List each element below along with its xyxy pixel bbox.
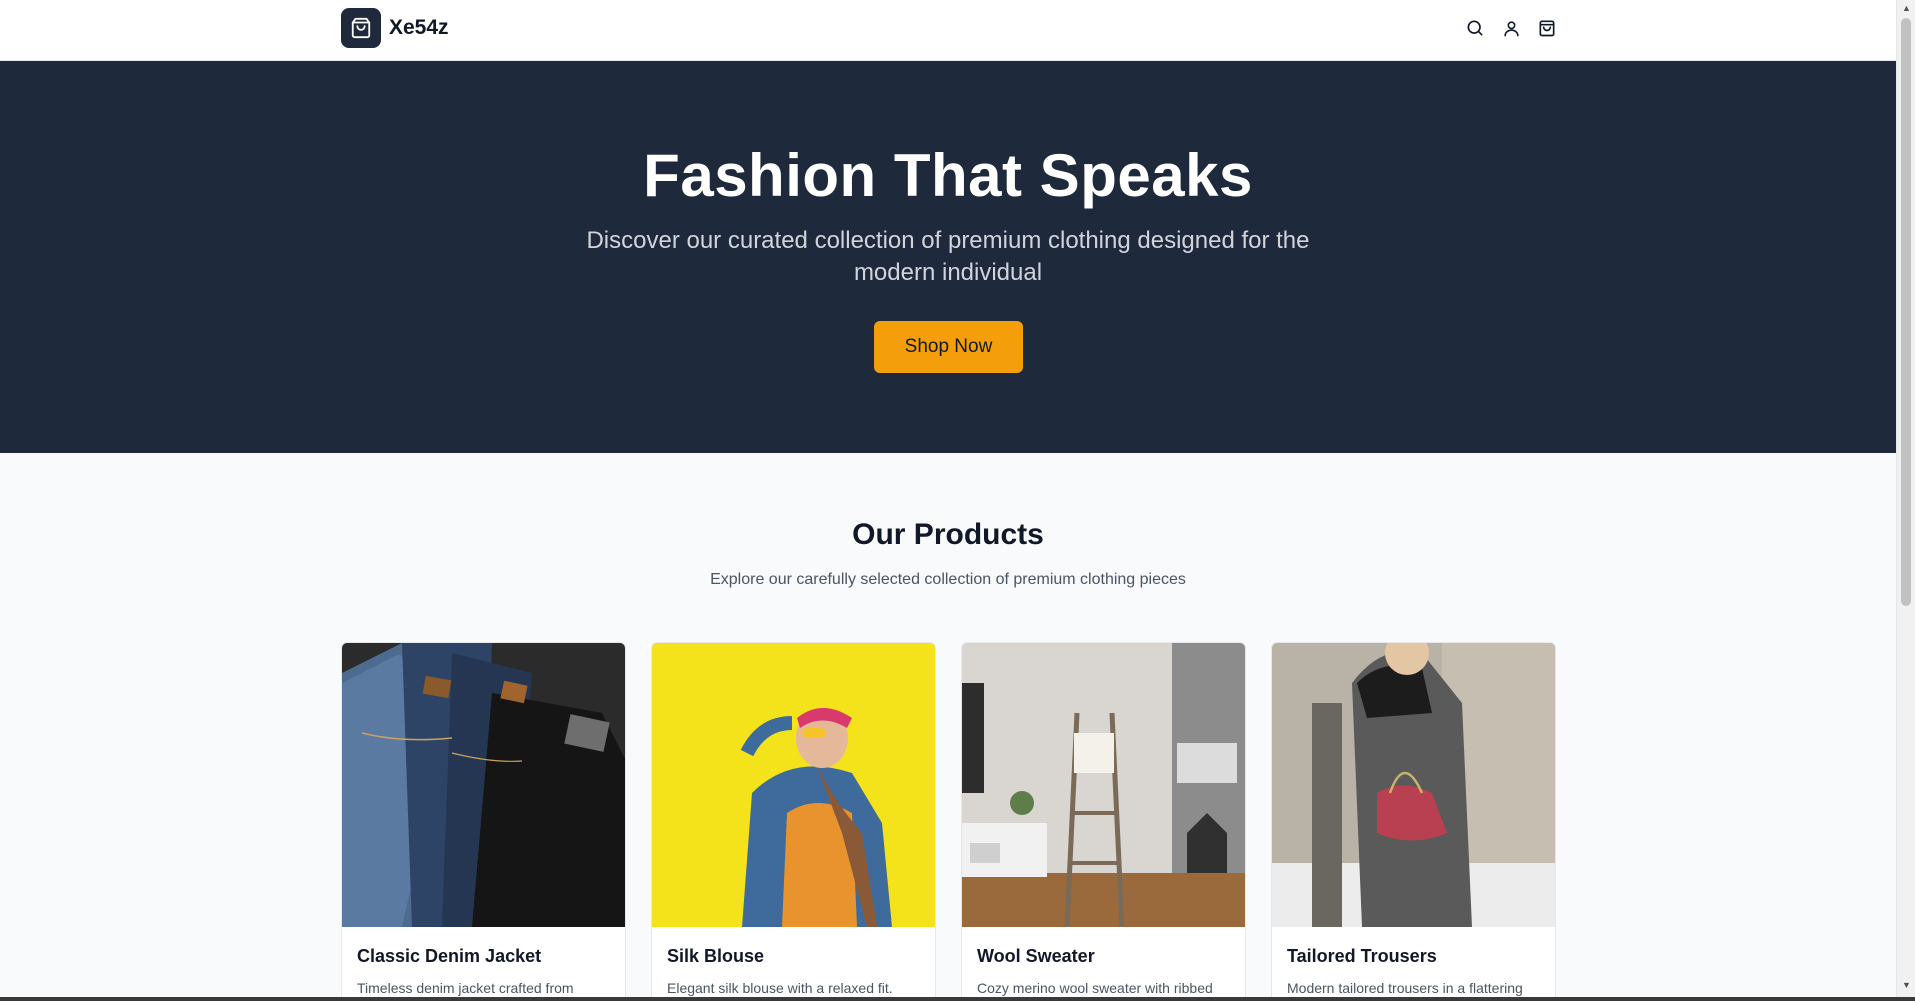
scroll-up-icon[interactable]: ▲	[1897, 0, 1915, 16]
product-card[interactable]: Wool Sweater Cozy merino wool sweater wi…	[961, 642, 1246, 1001]
product-image[interactable]	[342, 643, 625, 927]
account-button[interactable]	[1498, 15, 1524, 41]
product-image[interactable]	[652, 643, 935, 927]
product-card[interactable]: Classic Denim Jacket Timeless denim jack…	[341, 642, 626, 1001]
product-name[interactable]: Tailored Trousers	[1287, 946, 1437, 967]
product-name[interactable]: Classic Denim Jacket	[357, 946, 541, 967]
shop-now-button[interactable]: Shop Now	[874, 321, 1023, 373]
cart-icon	[1539, 20, 1555, 37]
product-card[interactable]: Silk Blouse Elegant silk blouse with a r…	[651, 642, 936, 1001]
hero-subtitle: Discover our curated collection of premi…	[586, 227, 1310, 286]
page: Xe54z Fashion That Speaks Discover our c…	[0, 0, 1896, 1001]
hero-title: Fashion That Speaks	[643, 142, 1253, 209]
window-bottom-border	[0, 997, 1915, 1001]
product-image[interactable]	[962, 643, 1245, 927]
product-description: Timeless denim jacket crafted from	[357, 980, 574, 996]
search-icon	[1467, 20, 1483, 36]
products-title: Our Products	[852, 518, 1044, 551]
product-card[interactable]: Tailored Trousers Modern tailored trouse…	[1271, 642, 1556, 1001]
page-scrollbar[interactable]: ▲ ▼	[1896, 0, 1915, 1001]
product-description: Cozy merino wool sweater with ribbed	[977, 980, 1213, 996]
product-image[interactable]	[1272, 643, 1555, 927]
product-description: Elegant silk blouse with a relaxed fit.	[667, 980, 893, 996]
brand-name[interactable]: Xe54z	[389, 16, 449, 40]
product-description: Modern tailored trousers in a flattering	[1287, 980, 1523, 996]
site-header: Xe54z	[0, 0, 1896, 61]
user-icon	[1503, 20, 1519, 36]
product-name[interactable]: Silk Blouse	[667, 946, 764, 967]
scroll-down-icon[interactable]: ▼	[1897, 977, 1915, 993]
hero-section: Fashion That Speaks Discover our curated…	[0, 61, 1896, 453]
logo[interactable]	[341, 8, 381, 48]
scrollbar-thumb[interactable]	[1901, 18, 1911, 606]
products-subtitle: Explore our carefully selected collectio…	[710, 571, 1186, 588]
cart-button[interactable]	[1534, 15, 1560, 41]
shopping-bag-icon	[351, 17, 371, 39]
search-button[interactable]	[1462, 15, 1488, 41]
product-name[interactable]: Wool Sweater	[977, 946, 1095, 967]
